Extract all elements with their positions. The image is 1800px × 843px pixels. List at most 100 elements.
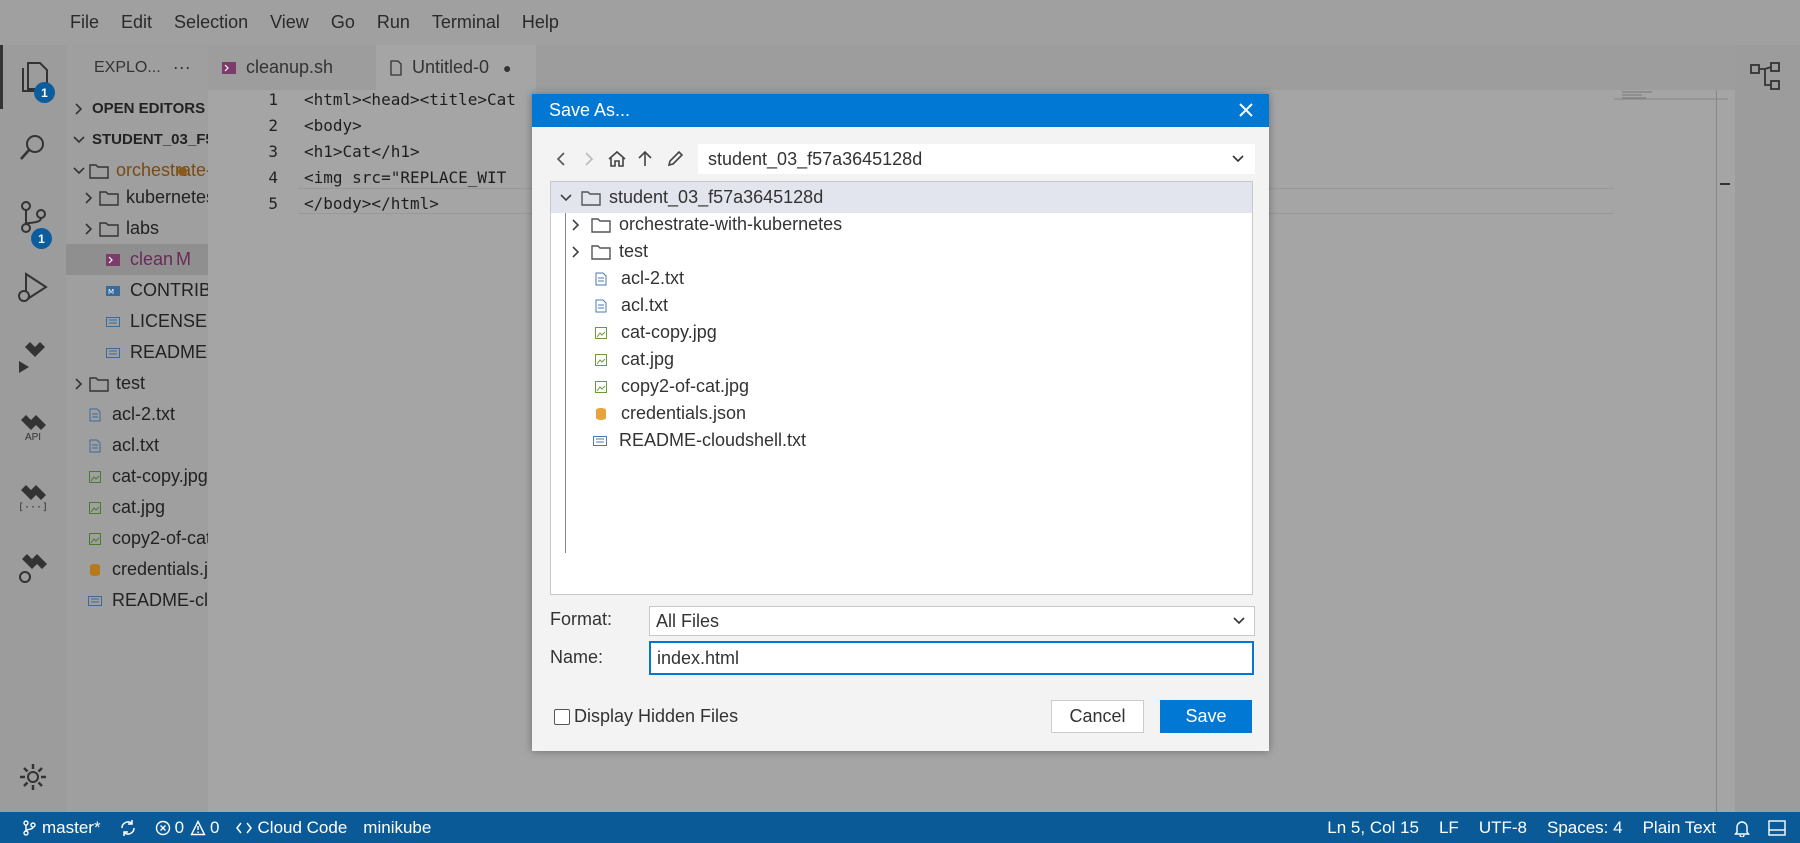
tree-item-test[interactable]: test bbox=[66, 368, 208, 399]
up-icon[interactable] bbox=[634, 148, 656, 170]
tree-item-acl[interactable]: acl.txt bbox=[66, 430, 208, 461]
folder-icon bbox=[591, 217, 611, 233]
tree-item-cat[interactable]: cat.jpg bbox=[66, 492, 208, 523]
terminal-file-icon bbox=[102, 253, 124, 266]
cloud-code-api-icon: API bbox=[17, 412, 49, 443]
path-select[interactable]: student_03_f57a3645128d bbox=[698, 144, 1255, 174]
format-select[interactable]: All Files bbox=[649, 606, 1255, 636]
settings-activity[interactable] bbox=[0, 745, 66, 809]
cloud-code-k8s-icon bbox=[16, 549, 50, 585]
diagram-icon[interactable] bbox=[1749, 61, 1783, 91]
language-status[interactable]: Plain Text bbox=[1643, 818, 1716, 838]
tree-item-copy2-of-cat[interactable]: copy2-of-cat.jpg bbox=[66, 523, 208, 554]
name-row: Name: bbox=[550, 641, 1255, 677]
terminal-file-icon bbox=[222, 61, 236, 74]
line-number: 2 bbox=[268, 116, 278, 135]
cloud-code-api-activity[interactable]: API bbox=[0, 395, 66, 459]
scrollbar-track[interactable] bbox=[1716, 90, 1717, 812]
search-activity[interactable] bbox=[0, 115, 66, 179]
folder-icon bbox=[98, 190, 120, 206]
tab-cleanup[interactable]: cleanup.sh bbox=[208, 45, 376, 90]
menu-view[interactable]: View bbox=[270, 12, 309, 33]
forward-icon[interactable] bbox=[578, 148, 600, 170]
gear-icon bbox=[17, 761, 49, 793]
hidden-files-label: Display Hidden Files bbox=[574, 706, 739, 726]
menu-file[interactable]: File bbox=[70, 12, 99, 33]
file-icon bbox=[390, 59, 402, 76]
chevron-down-icon bbox=[70, 166, 88, 176]
explorer-activity[interactable]: 1 bbox=[0, 45, 66, 109]
cloud-code-secrets-activity[interactable]: [···] bbox=[0, 465, 66, 529]
save-button[interactable]: Save bbox=[1160, 700, 1252, 733]
folder-icon bbox=[88, 163, 110, 179]
workspace-section[interactable]: STUDENT_03_F57A3645128D bbox=[66, 124, 208, 155]
search-icon bbox=[17, 131, 49, 163]
minimap[interactable] bbox=[1614, 90, 1728, 100]
cloud-code-secrets-icon: [···] bbox=[17, 482, 49, 513]
chevron-right-icon bbox=[80, 222, 98, 236]
close-icon[interactable] bbox=[1237, 101, 1255, 119]
editor-tabs: cleanup.sh Untitled-0 ● bbox=[208, 45, 1735, 90]
chevron-right-icon bbox=[571, 218, 587, 232]
menu-help[interactable]: Help bbox=[522, 12, 559, 33]
file-tree: student_03_f57a3645128d orchestrate-with… bbox=[550, 181, 1253, 595]
home-icon[interactable] bbox=[606, 148, 628, 170]
tree-file-readme-cloudshell[interactable]: README-cloudshell.txt bbox=[551, 425, 1252, 456]
unsaved-dot[interactable]: ● bbox=[503, 60, 511, 76]
menu-selection[interactable]: Selection bbox=[174, 12, 248, 33]
tree-item-kubernetes[interactable]: kubernetes bbox=[66, 182, 208, 213]
file-name-input[interactable] bbox=[649, 641, 1254, 675]
indent-status[interactable]: Spaces: 4 bbox=[1547, 818, 1623, 838]
sync-icon[interactable] bbox=[119, 819, 137, 837]
edit-path-icon[interactable] bbox=[664, 148, 686, 170]
menu-bar: File Edit Selection View Go Run Terminal… bbox=[0, 0, 1800, 45]
warning-icon bbox=[190, 819, 206, 836]
cancel-button[interactable]: Cancel bbox=[1051, 700, 1144, 733]
branch-status[interactable]: master* bbox=[22, 818, 101, 838]
hidden-files-checkbox[interactable] bbox=[554, 708, 570, 725]
tree-item-credentials[interactable]: credentials.json bbox=[66, 554, 208, 585]
tree-item-license[interactable]: LICENSE bbox=[66, 306, 208, 337]
secondary-activity-bar bbox=[1735, 45, 1800, 812]
cluster-status[interactable]: minikube bbox=[363, 818, 431, 838]
cursor-position[interactable]: Ln 5, Col 15 bbox=[1327, 818, 1419, 838]
code-line: <html><head><title>Cat bbox=[304, 90, 516, 109]
bell-icon[interactable] bbox=[1734, 819, 1750, 837]
dialog-titlebar: Save As... bbox=[532, 94, 1269, 127]
open-editors-section[interactable]: OPEN EDITORS bbox=[66, 93, 208, 124]
tree-item-readme-md[interactable]: README.md bbox=[66, 337, 208, 368]
modified-dot bbox=[178, 167, 187, 176]
tree-item-labs[interactable]: labs bbox=[66, 213, 208, 244]
run-debug-activity[interactable] bbox=[0, 255, 66, 319]
name-label: Name: bbox=[550, 647, 604, 667]
tree-item-acl-2[interactable]: acl-2.txt bbox=[66, 399, 208, 430]
encoding-status[interactable]: UTF-8 bbox=[1479, 818, 1527, 838]
cloud-code-run-activity[interactable] bbox=[0, 325, 66, 389]
line-number: 1 bbox=[268, 90, 278, 109]
cursor-marker bbox=[1720, 183, 1730, 185]
cloud-code-run-icon bbox=[15, 339, 51, 375]
tree-item-readme-cloudshell[interactable]: README-cloudshell.txt bbox=[66, 585, 208, 616]
menu-go[interactable]: Go bbox=[331, 12, 355, 33]
source-control-activity[interactable]: 1 bbox=[0, 185, 66, 249]
display-hidden-files[interactable]: Display Hidden Files bbox=[554, 706, 738, 727]
layout-icon[interactable] bbox=[1768, 819, 1786, 836]
readme-icon bbox=[593, 435, 607, 446]
tab-untitled[interactable]: Untitled-0 ● bbox=[376, 45, 536, 90]
cloud-code-k8s-activity[interactable] bbox=[0, 535, 66, 599]
explorer-title: EXPLO... bbox=[94, 58, 161, 76]
chevron-down-icon bbox=[1232, 616, 1246, 626]
tree-item-cat-copy[interactable]: cat-copy.jpg bbox=[66, 461, 208, 492]
eol-status[interactable]: LF bbox=[1439, 818, 1459, 838]
format-label: Format: bbox=[550, 609, 613, 629]
folder-icon bbox=[581, 190, 601, 206]
more-actions-icon[interactable]: ··· bbox=[173, 57, 191, 78]
back-icon[interactable] bbox=[550, 148, 572, 170]
cloud-code-status[interactable]: Cloud Code bbox=[235, 818, 347, 838]
chevron-down-icon bbox=[70, 135, 88, 145]
tree-item-contributing[interactable]: M CONTRIBUTING.md bbox=[66, 275, 208, 306]
problems-status[interactable]: 0 0 bbox=[155, 818, 220, 838]
menu-run[interactable]: Run bbox=[377, 12, 410, 33]
menu-edit[interactable]: Edit bbox=[121, 12, 152, 33]
menu-terminal[interactable]: Terminal bbox=[432, 12, 500, 33]
